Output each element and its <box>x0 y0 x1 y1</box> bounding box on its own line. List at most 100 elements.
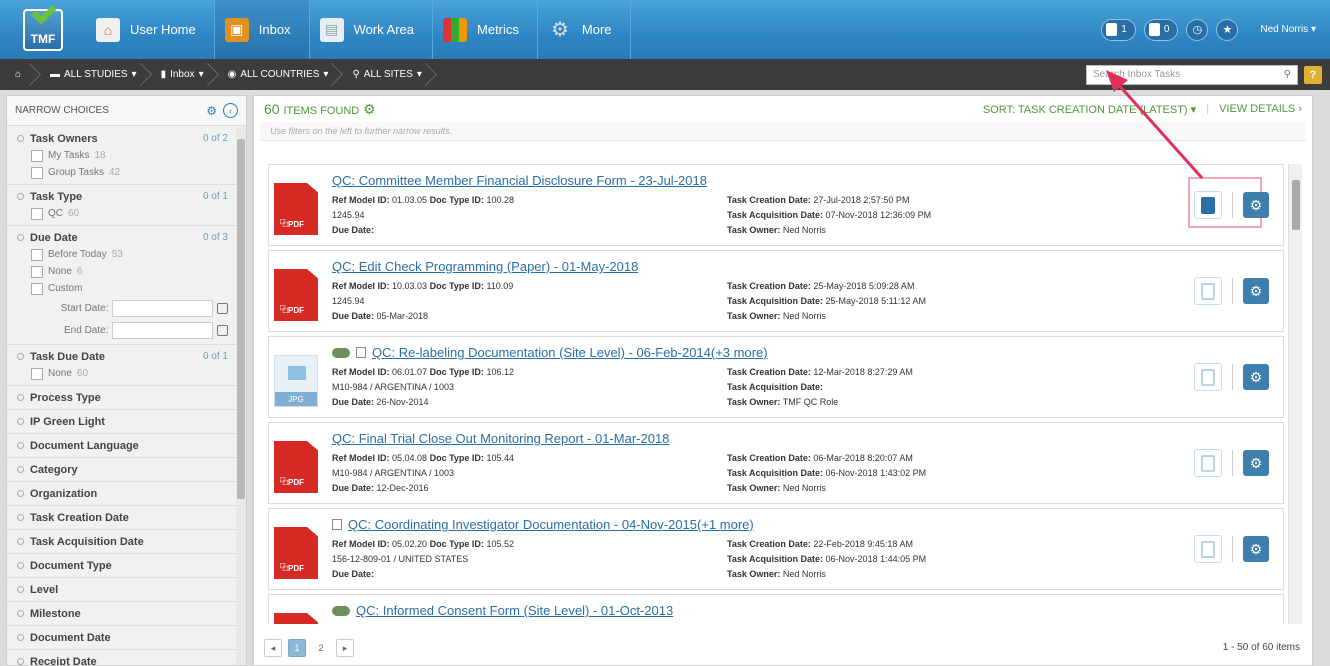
checkbox[interactable] <box>31 207 43 220</box>
task-meta-right: Task Creation Date: 12-Mar-2018 8:27:29 … <box>727 367 913 407</box>
option-count: 18 <box>94 150 106 161</box>
task-title-link[interactable]: QC: Committee Member Financial Disclosur… <box>332 173 707 188</box>
task-title-link[interactable]: QC: Edit Check Programming (Paper) - 01-… <box>332 259 638 274</box>
filter-receipt-date[interactable]: Receipt Date <box>7 650 236 666</box>
filter-option[interactable]: Before Today 53 <box>17 246 228 263</box>
breadcrumb-home[interactable]: ⌂ <box>0 59 40 90</box>
task-settings-button[interactable]: ⚙ <box>1243 192 1269 218</box>
task-item[interactable]: PDF QC: Final Trial Close Out Monitoring… <box>268 422 1284 504</box>
task-item[interactable]: PDF QC: Committee Member Financial Discl… <box>268 164 1284 246</box>
calendar-icon[interactable] <box>217 302 228 314</box>
list-scrollbar[interactable] <box>1288 164 1302 624</box>
task-title-link[interactable]: QC: Final Trial Close Out Monitoring Rep… <box>332 431 669 446</box>
filter-scrollbar[interactable] <box>236 127 246 665</box>
filter-ip-green-light[interactable]: IP Green Light <box>7 410 236 434</box>
filter-section-title[interactable]: Task Due Date 0 of 1 <box>17 348 228 365</box>
breadcrumb-inbox[interactable]: ▮ Inbox ▾ <box>151 59 218 90</box>
filter-document-language[interactable]: Document Language <box>7 434 236 458</box>
help-button[interactable]: ? <box>1304 65 1322 84</box>
checkbox[interactable] <box>31 248 43 261</box>
filter-panel: NARROW CHOICES ⚙ ‹ Task Owners 0 of 2 My … <box>6 95 247 666</box>
start-date-input[interactable] <box>112 299 214 317</box>
filter-option[interactable]: Custom <box>17 280 228 297</box>
task-item[interactable]: QC: Informed Consent Form (Site Level) -… <box>268 594 1284 624</box>
group-tasks-badge[interactable]: 0 <box>1143 18 1179 41</box>
collapse-panel-button[interactable]: ‹ <box>223 103 238 118</box>
filter-section-title[interactable]: Task Owners 0 of 2 <box>17 130 228 147</box>
filter-milestone[interactable]: Milestone <box>7 602 236 626</box>
gear-icon[interactable]: ⚙ <box>363 101 376 117</box>
results-header: 60 ITEMS FOUND ⚙ SORT: TASK CREATION DAT… <box>254 96 1312 122</box>
filter-process-type[interactable]: Process Type <box>7 386 236 410</box>
results-panel: 60 ITEMS FOUND ⚙ SORT: TASK CREATION DAT… <box>253 95 1313 666</box>
start-date-row: Start Date: <box>17 297 228 319</box>
task-settings-button[interactable]: ⚙ <box>1243 278 1269 304</box>
gear-icon: ⚙ <box>1249 540 1263 557</box>
breadcrumb-countries[interactable]: ◉ ALL COUNTRIES ▾ <box>218 59 343 90</box>
option-label: None <box>48 368 72 379</box>
gear-icon[interactable]: ⚙ <box>206 104 217 118</box>
task-item[interactable]: PDF QC: Edit Check Programming (Paper) -… <box>268 250 1284 332</box>
perform-qc-button[interactable] <box>1194 277 1222 305</box>
filter-document-date[interactable]: Document Date <box>7 626 236 650</box>
filter-level[interactable]: Level <box>7 578 236 602</box>
end-date-input[interactable] <box>112 321 214 339</box>
page-button[interactable]: 1 <box>288 639 306 657</box>
clipboard-check-icon <box>1201 454 1215 472</box>
section-label: Receipt Date <box>30 655 97 666</box>
perform-qc-button[interactable] <box>1194 535 1222 563</box>
task-settings-button[interactable]: ⚙ <box>1243 364 1269 390</box>
my-tasks-badge[interactable]: 1 <box>1101 18 1136 41</box>
filter-option[interactable]: Group Tasks 42 <box>17 164 228 181</box>
filter-task-acquisition-date[interactable]: Task Acquisition Date <box>7 530 236 554</box>
gear-icon: ⚙ <box>1249 196 1263 213</box>
filter-option[interactable]: My Tasks 18 <box>17 147 228 164</box>
filter-task-creation-date[interactable]: Task Creation Date <box>7 506 236 530</box>
filter-section-title[interactable]: Due Date 0 of 3 <box>17 229 228 246</box>
checkbox[interactable] <box>31 166 43 179</box>
filter-option[interactable]: None 6 <box>17 263 228 280</box>
favorites-button[interactable]: ★ <box>1216 18 1239 41</box>
tab-work-area[interactable]: ▤ Work Area <box>310 0 434 59</box>
app-logo[interactable]: TMF <box>0 0 86 59</box>
page-button[interactable]: 2 <box>312 639 330 657</box>
task-settings-button[interactable]: ⚙ <box>1243 450 1269 476</box>
tab-more[interactable]: ⚙ More <box>538 0 631 59</box>
perform-qc-button[interactable] <box>1194 449 1222 477</box>
task-item[interactable]: JPG QC: Re-labeling Documentation (Site … <box>268 336 1284 418</box>
next-page-button[interactable]: ▸ <box>336 639 354 657</box>
filter-list: Task Owners 0 of 2 My Tasks 18 Group Tasks… <box>7 127 236 666</box>
task-settings-button[interactable]: ⚙ <box>1243 536 1269 562</box>
filter-document-type[interactable]: Document Type <box>7 554 236 578</box>
task-title-link[interactable]: QC: Re-labeling Documentation (Site Leve… <box>332 345 768 360</box>
tab-inbox[interactable]: ▣ Inbox <box>214 0 310 59</box>
option-label: None <box>48 266 72 277</box>
option-label: QC <box>48 208 63 219</box>
filter-category[interactable]: Category <box>7 458 236 482</box>
checkbox[interactable] <box>31 149 43 162</box>
search-input[interactable]: Search Inbox Tasks ⚲ <box>1086 64 1298 85</box>
breadcrumb-sites[interactable]: ⚲ ALL SITES ▾ <box>342 59 435 90</box>
filter-organization[interactable]: Organization <box>7 482 236 506</box>
sort-dropdown[interactable]: SORT: TASK CREATION DATE (LATEST) ▾ <box>983 103 1196 116</box>
prev-page-button[interactable]: ◂ <box>264 639 282 657</box>
task-title-link[interactable]: QC: Coordinating Investigator Documentat… <box>332 517 754 532</box>
user-menu[interactable]: Ned Norris ▾ <box>1260 24 1316 35</box>
view-details-link[interactable]: VIEW DETAILS › <box>1219 103 1302 115</box>
perform-qc-button[interactable] <box>1194 191 1222 219</box>
checkbox[interactable] <box>31 282 43 295</box>
checkbox[interactable] <box>31 367 43 380</box>
history-button[interactable]: ◷ <box>1186 18 1209 41</box>
tab-user-home[interactable]: ⌂ User Home <box>86 0 215 59</box>
tab-metrics[interactable]: Metrics <box>433 0 538 59</box>
breadcrumb-studies[interactable]: ▬ ALL STUDIES ▾ <box>40 59 151 90</box>
calendar-icon[interactable] <box>217 324 228 336</box>
task-item[interactable]: PDF QC: Coordinating Investigator Docume… <box>268 508 1284 590</box>
task-title-link[interactable]: QC: Informed Consent Form (Site Level) -… <box>332 603 673 618</box>
checkbox[interactable] <box>31 265 43 278</box>
perform-qc-button[interactable] <box>1194 363 1222 391</box>
chevron-right-icon: › <box>1298 103 1302 115</box>
filter-option[interactable]: None 60 <box>17 365 228 382</box>
filter-section-title[interactable]: Task Type 0 of 1 <box>17 188 228 205</box>
filter-option[interactable]: QC 60 <box>17 205 228 222</box>
